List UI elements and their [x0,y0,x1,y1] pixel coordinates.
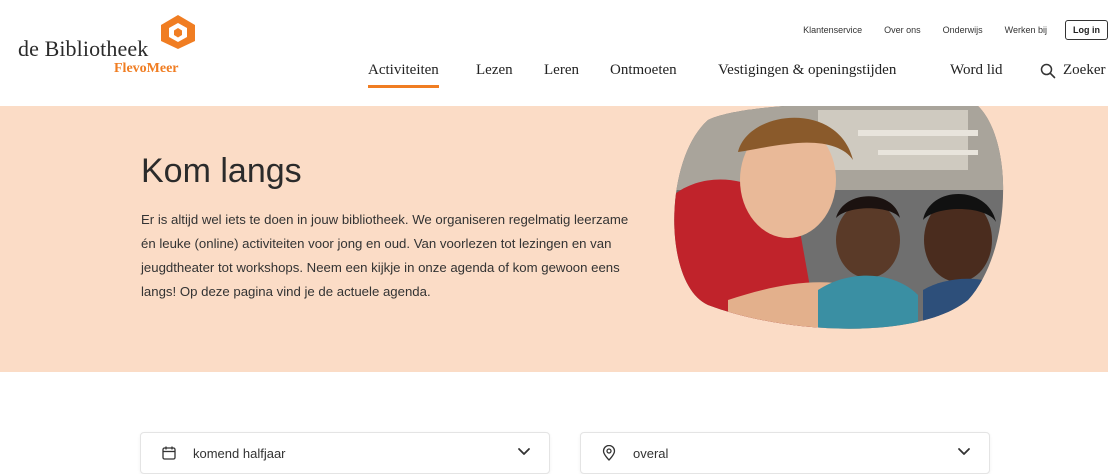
page-title: Kom langs [141,152,302,190]
location-filter-value: overal [633,446,669,461]
hero-photo-children [674,106,1004,329]
search-label: Zoeker [1063,62,1106,78]
topnav-klantenservice[interactable]: Klantenservice [803,25,862,35]
nav-item-ontmoeten[interactable]: Ontmoeten [610,62,677,79]
calendar-icon [162,446,176,460]
location-filter-select[interactable]: overal [580,432,990,474]
period-filter-value: komend halfjaar [193,446,286,461]
login-button[interactable]: Log in [1065,20,1108,40]
nav-item-lezen[interactable]: Lezen [476,62,513,79]
nav-item-leren[interactable]: Leren [544,62,579,79]
logo[interactable]: de Bibliotheek FlevoMeer [18,14,203,84]
topnav-onderwijs[interactable]: Onderwijs [943,25,983,35]
nav-item-vestigingen[interactable]: Vestigingen & openingstijden [718,62,896,79]
hero-banner: Kom langs Er is altijd wel iets te doen … [0,106,1108,372]
topnav-werken-bij[interactable]: Werken bij [1005,25,1047,35]
utility-nav: Klantenservice Over ons Onderwijs Werken… [781,20,1108,40]
search-icon [1040,63,1056,78]
main-nav: Activiteiten Lezen Leren Ontmoeten Vesti… [368,62,1108,88]
chevron-down-icon [518,448,530,455]
location-pin-icon [602,445,616,461]
hero-intro-text: Er is altijd wel iets te doen in jouw bi… [141,212,629,299]
chevron-down-icon [958,448,970,455]
logo-region: FlevoMeer [114,61,179,76]
nav-item-word-lid[interactable]: Word lid [950,62,1003,79]
period-filter-select[interactable]: komend halfjaar [140,432,550,474]
search-button[interactable]: Zoeker [1040,62,1105,79]
logo-name: de Bibliotheek [18,36,149,61]
bibliotheek-logo-icon [161,15,195,49]
topnav-over-ons[interactable]: Over ons [884,25,921,35]
nav-item-activiteiten[interactable]: Activiteiten [368,62,439,88]
